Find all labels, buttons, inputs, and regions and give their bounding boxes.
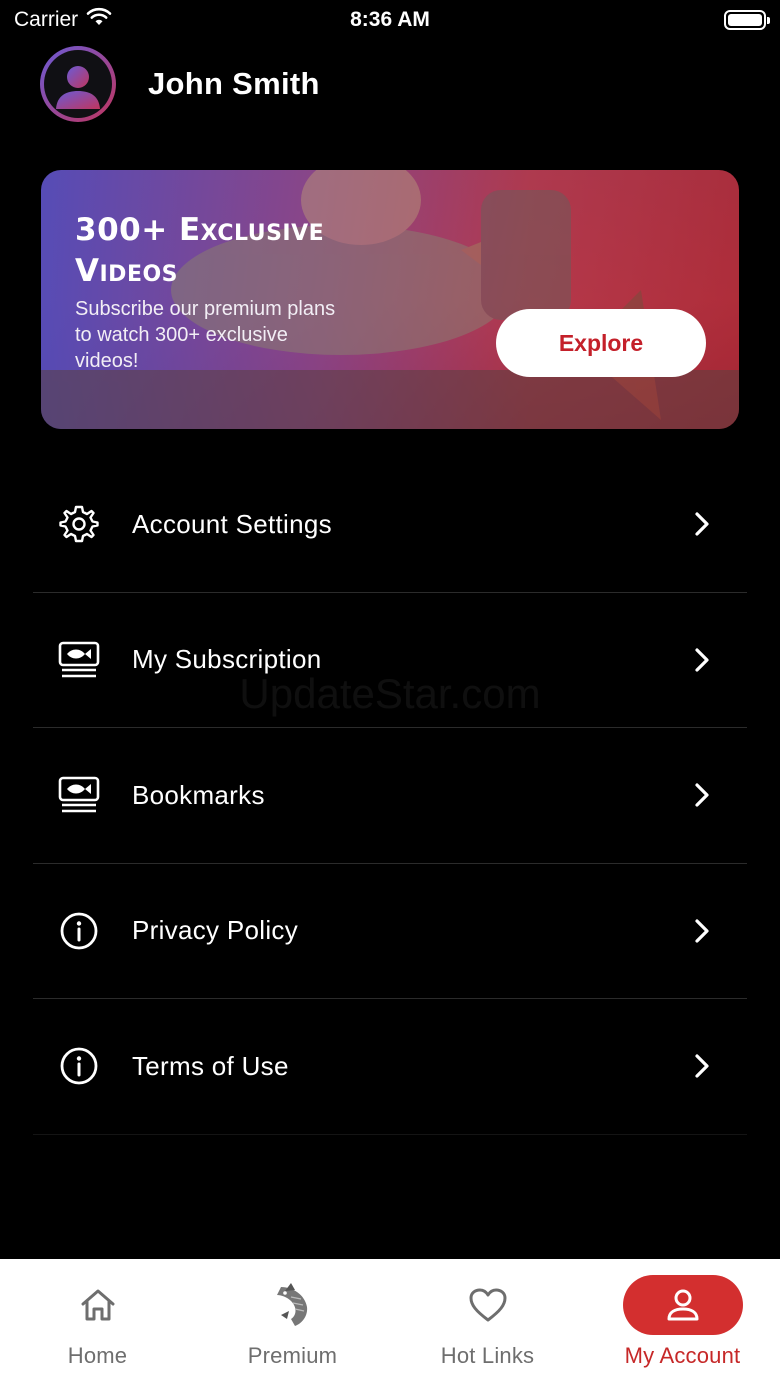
account-menu: Account Settings My Subscription Bookmar… <box>33 457 747 1135</box>
home-icon <box>81 1289 114 1321</box>
avatar[interactable] <box>40 46 116 122</box>
banner-title: 300+ Exclusive Videos <box>75 210 405 292</box>
tab-hot-links[interactable]: Hot Links <box>390 1259 585 1387</box>
tab-home[interactable]: Home <box>0 1259 195 1387</box>
explore-button[interactable]: Explore <box>496 309 706 377</box>
menu-item-terms-of-use[interactable]: Terms of Use <box>33 999 747 1135</box>
tab-bar: Home Premium Hot Links My Account <box>0 1259 780 1387</box>
menu-item-account-settings[interactable]: Account Settings <box>33 457 747 593</box>
video-card-icon <box>58 774 100 816</box>
tab-icon-wrap <box>233 1275 353 1335</box>
banner-title-line2: Videos <box>75 253 179 289</box>
tab-icon-wrap <box>38 1275 158 1335</box>
gear-icon <box>58 503 100 545</box>
promo-banner[interactable]: 300+ Exclusive Videos Subscribe our prem… <box>41 170 739 429</box>
chevron-right-icon <box>695 919 709 943</box>
chevron-right-icon <box>695 512 709 536</box>
tab-icon-wrap <box>622 1275 743 1335</box>
person-icon <box>667 1289 698 1321</box>
menu-item-privacy-policy[interactable]: Privacy Policy <box>33 864 747 999</box>
status-bar: Carrier 8:36 AM <box>0 0 780 40</box>
tab-my-account[interactable]: My Account <box>585 1259 780 1387</box>
info-icon <box>58 1045 100 1087</box>
tab-label: Home <box>67 1343 128 1368</box>
video-card-icon <box>58 639 100 681</box>
profile-name: John Smith <box>148 66 320 101</box>
tab-premium[interactable]: Premium <box>195 1259 390 1387</box>
person-avatar-icon <box>56 66 100 109</box>
heart-icon <box>469 1288 506 1322</box>
tab-label: Premium <box>247 1343 338 1368</box>
chevron-right-icon <box>695 648 709 672</box>
status-left: Carrier <box>14 7 112 33</box>
wifi-icon <box>86 7 112 33</box>
menu-label: Terms of Use <box>132 1050 289 1081</box>
tab-icon-wrap <box>428 1275 548 1335</box>
menu-label: Bookmarks <box>132 779 265 810</box>
profile-header: John Smith <box>40 45 320 123</box>
chevron-right-icon <box>695 1054 709 1078</box>
menu-item-my-subscription[interactable]: My Subscription <box>33 593 747 728</box>
banner-subtitle: Subscribe our premium plans to watch 300… <box>75 298 336 372</box>
info-icon <box>58 910 100 952</box>
menu-label: Privacy Policy <box>132 915 299 946</box>
menu-label: Account Settings <box>132 508 332 539</box>
tab-label: My Account <box>624 1343 741 1368</box>
status-time: 8:36 AM <box>350 8 430 31</box>
menu-label: My Subscription <box>132 644 322 675</box>
carrier-label: Carrier <box>14 8 79 31</box>
menu-item-bookmarks[interactable]: Bookmarks <box>33 728 747 864</box>
chevron-right-icon <box>695 783 709 807</box>
battery-icon <box>724 10 770 30</box>
banner-title-line1: 300+ Exclusive <box>75 212 325 248</box>
tab-label: Hot Links <box>440 1343 535 1368</box>
fish-icon <box>276 1283 307 1326</box>
